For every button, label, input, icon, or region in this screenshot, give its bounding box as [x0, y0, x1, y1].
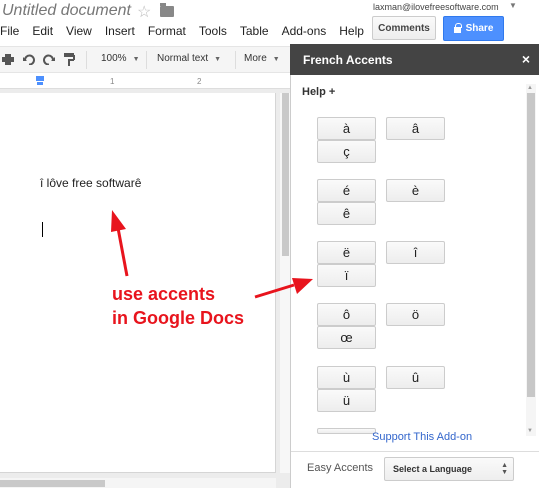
accent-button[interactable]: û [386, 366, 445, 389]
support-link[interactable]: Support This Add-on [372, 431, 472, 443]
horizontal-scrollbar-thumb[interactable] [0, 480, 105, 487]
zoom-value: 100% [101, 53, 127, 64]
select-arrows-icon: ▲ ▼ [501, 462, 508, 476]
accent-button[interactable]: ê [317, 202, 376, 225]
annotation-text: use accents in Google Docs [112, 282, 244, 330]
menu-table[interactable]: Table [240, 24, 269, 38]
undo-icon[interactable] [23, 54, 35, 65]
sidebar-footer-divider [291, 451, 539, 452]
menu-help[interactable]: Help [339, 24, 364, 38]
accent-button[interactable]: ü [317, 389, 376, 412]
accent-button[interactable]: œ [317, 326, 376, 349]
share-button[interactable]: Share [443, 16, 504, 41]
accent-button[interactable]: ï [317, 264, 376, 287]
menu-addons[interactable]: Add-ons [282, 24, 327, 38]
sidebar-header: French Accents × [290, 44, 539, 75]
more-button[interactable]: More ▼ [244, 53, 280, 64]
accent-button[interactable]: é [317, 179, 376, 202]
accent-button-partial[interactable] [317, 428, 376, 434]
folder-icon[interactable] [160, 3, 174, 17]
account-email[interactable]: laxman@ilovefreesoftware.com [373, 2, 499, 12]
toolbar: 100% ▼ Normal text ▼ More ▼ [0, 46, 290, 73]
more-label: More [244, 53, 267, 64]
accent-button[interactable]: ç [317, 140, 376, 163]
menu-format[interactable]: Format [148, 24, 186, 38]
print-icon[interactable] [2, 54, 14, 65]
chevron-down-icon: ▼ [272, 56, 280, 63]
menu-edit[interactable]: Edit [32, 24, 53, 38]
ruler-mark: 1 [110, 77, 115, 86]
star-icon[interactable]: ☆ [137, 2, 151, 22]
toolbar-divider [146, 51, 147, 69]
language-select-value: Select a Language [393, 464, 473, 474]
scroll-up-arrow-icon[interactable]: ▲ [527, 85, 533, 91]
share-label: Share [465, 23, 494, 34]
close-icon[interactable]: × [522, 51, 530, 67]
menu-file[interactable]: File [0, 24, 19, 38]
chevron-down-icon: ▼ [132, 56, 140, 63]
easy-accents-label: Easy Accents [307, 462, 374, 474]
accent-button[interactable]: à [317, 117, 376, 140]
menu-view[interactable]: View [66, 24, 92, 38]
accent-button[interactable]: î [386, 241, 445, 264]
chevron-down-icon: ▼ [214, 56, 222, 63]
redo-icon[interactable] [43, 54, 55, 65]
scroll-down-arrow-icon[interactable]: ▼ [527, 428, 533, 434]
accent-button[interactable]: è [386, 179, 445, 202]
language-select[interactable]: Select a Language ▲ ▼ [384, 457, 514, 481]
lock-icon [453, 23, 462, 33]
comments-button[interactable]: Comments [372, 16, 436, 40]
annotation-line-2: in Google Docs [112, 308, 245, 328]
document-scrollbar-thumb[interactable] [282, 93, 289, 256]
account-caret-icon[interactable]: ▼ [509, 1, 517, 10]
style-value: Normal text [157, 53, 209, 64]
sidebar-title: French Accents [303, 53, 393, 67]
annotation-line-1: use accents [112, 284, 216, 304]
ruler: 1 2 [0, 74, 290, 89]
zoom-select[interactable]: 100% ▼ [101, 53, 140, 64]
accent-button[interactable]: ö [386, 303, 445, 326]
menu-bar: File Edit View Insert Format Tools Table… [0, 24, 398, 38]
accent-button[interactable]: ù [317, 366, 376, 389]
sidebar-scrollbar-thumb[interactable] [527, 93, 535, 397]
toolbar-divider [86, 51, 87, 69]
accent-button[interactable]: ë [317, 241, 376, 264]
ruler-mark: 2 [197, 77, 202, 86]
paint-format-icon[interactable] [64, 53, 76, 66]
style-select[interactable]: Normal text ▼ [157, 53, 221, 64]
text-cursor [42, 222, 43, 237]
accent-button[interactable]: â [386, 117, 445, 140]
left-indent-marker[interactable] [37, 82, 43, 85]
menu-insert[interactable]: Insert [105, 24, 135, 38]
document-title[interactable]: Untitled document [2, 2, 131, 20]
first-line-indent-marker[interactable] [36, 76, 44, 81]
toolbar-divider [235, 51, 236, 69]
help-toggle[interactable]: Help + [302, 86, 335, 98]
accent-button[interactable]: ô [317, 303, 376, 326]
document-body-text[interactable]: î lôve free softwarê [40, 176, 141, 190]
menu-tools[interactable]: Tools [199, 24, 227, 38]
